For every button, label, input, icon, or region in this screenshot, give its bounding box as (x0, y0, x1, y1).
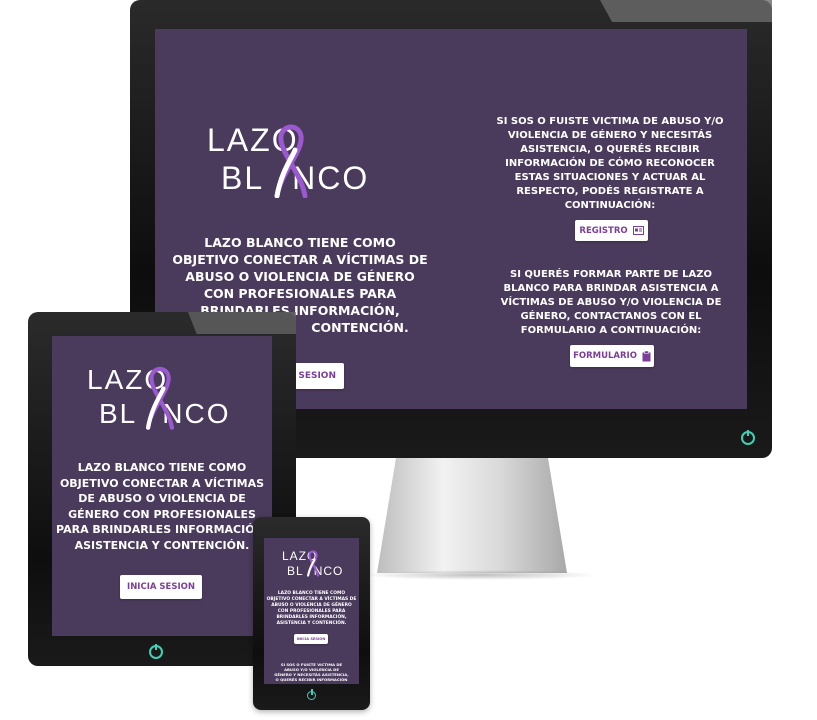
phone-login-button[interactable]: INICIA SESION (294, 634, 328, 644)
tablet-power-icon[interactable] (149, 645, 163, 659)
phone-victims-text: SI SOS O FUISTE VICTIMA DE ABUSO Y/O VIO… (274, 662, 349, 682)
formulario-button[interactable]: FORMULARIO (570, 345, 654, 367)
phone-screen: LAZO BL NCO LAZO BLANCO TIENE COMO OBJETI… (264, 538, 359, 684)
monitor-stand (377, 458, 567, 573)
victims-text: SI SOS O FUISTE VICTIMA DE ABUSO Y/O VIO… (496, 116, 724, 211)
stand-shadow (360, 570, 600, 580)
tablet-glare (188, 312, 296, 334)
registro-button[interactable]: REGISTRO (575, 220, 648, 241)
tablet-screen: LAZO BL NCO LAZO BLANCO TIENE COMO OBJETI… (52, 336, 272, 636)
desktop-power-icon[interactable] (741, 431, 755, 445)
ribbon-icon (274, 124, 308, 198)
desktop-logo: LAZO BL NCO (207, 124, 387, 204)
phone-device: LAZO BL NCO LAZO BLANCO TIENE COMO OBJETI… (253, 517, 370, 710)
pros-text: SI QUERÉS FORMAR PARTE DE LAZO BLANCO PA… (500, 269, 722, 336)
phone-power-icon[interactable] (307, 691, 316, 700)
tablet-logo: LAZO BL NCO (87, 364, 231, 430)
ribbon-icon (307, 550, 319, 577)
ribbon-icon (145, 366, 175, 430)
id-card-icon (632, 226, 644, 235)
tablet-intro-text: LAZO BLANCO TIENE COMO OBJETIVO CONECTAR… (56, 461, 268, 552)
phone-intro-text: LAZO BLANCO TIENE COMO OBJETIVO CONECTAR… (266, 591, 357, 626)
monitor-glare (600, 0, 772, 22)
phone-logo: LAZO BL NCO (282, 549, 344, 578)
tablet-login-button[interactable]: INICIA SESION (120, 575, 202, 599)
clipboard-icon (642, 350, 651, 361)
